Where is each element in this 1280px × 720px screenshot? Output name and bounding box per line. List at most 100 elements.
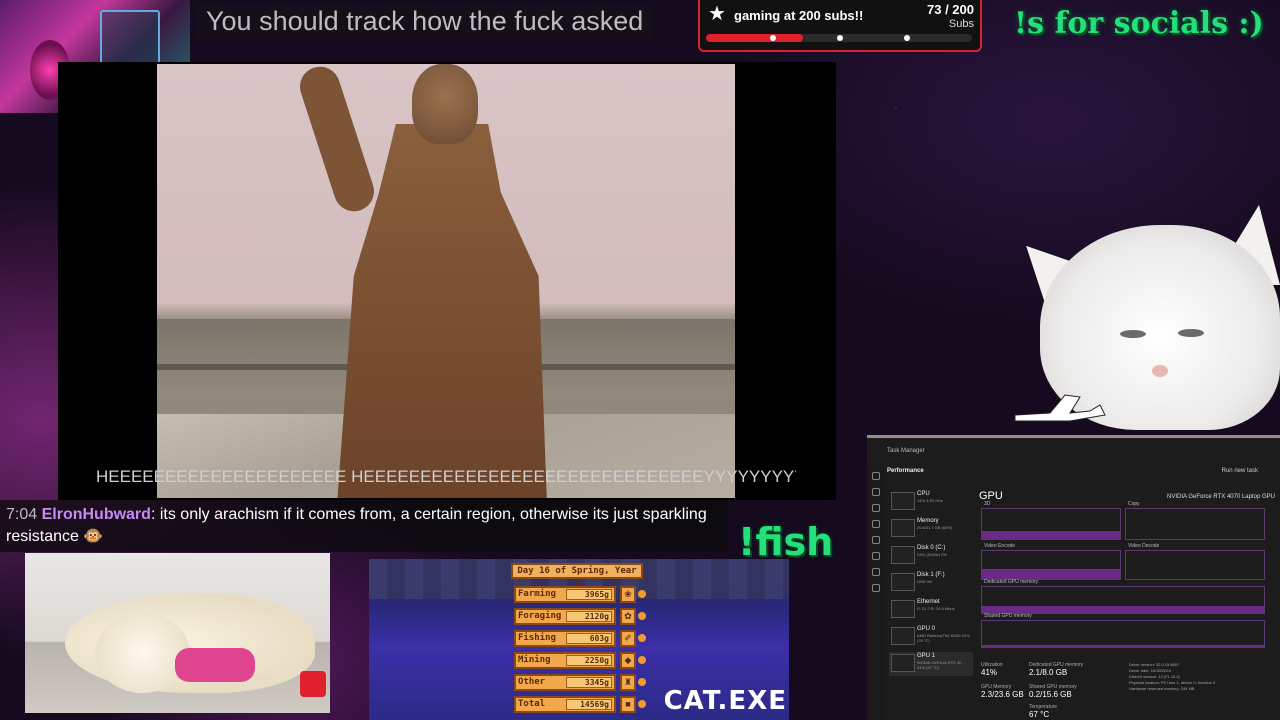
- stardew-row-label: Total 14569g: [514, 696, 616, 713]
- stardew-row-label: Other 3345g: [514, 674, 616, 691]
- resource-name: Disk 1 (F:): [917, 572, 945, 578]
- resource-sub: USB 0%: [917, 579, 933, 584]
- graph-shared-memory: Shared GPU memory: [981, 613, 1265, 648]
- stardew-skill-icon: ❀: [620, 586, 636, 603]
- plus-icon: [638, 590, 646, 598]
- graph-video-encode: Video Encode: [981, 543, 1121, 580]
- stardew-skill-icon: ♜: [620, 674, 636, 691]
- details-icon[interactable]: [872, 568, 880, 576]
- graph-label: Copy: [1128, 501, 1140, 507]
- graph-dedicated-memory: Dedicated GPU memory: [981, 579, 1265, 614]
- resource-name: CPU: [917, 491, 930, 497]
- driver-info: Driver version: 32.0.15.6607 Driver date:…: [1129, 662, 1215, 692]
- graph-fill: [982, 569, 1120, 579]
- stardew-row-value: 3965g: [566, 589, 612, 600]
- star-icon: ★: [708, 3, 726, 25]
- plus-icon: [638, 700, 646, 708]
- section-title: Performance: [887, 468, 924, 474]
- sub-goal-count: 73 / 200: [927, 2, 974, 17]
- stardew-row: Fishing 603g ✐: [514, 630, 646, 647]
- chat-timestamp: 7:04: [6, 506, 38, 523]
- graph-copy: Copy: [1125, 501, 1265, 540]
- stardew-row-label: Fishing 603g: [514, 630, 616, 647]
- stardew-row: Total 14569g ■: [514, 696, 646, 713]
- stat-utilization: Utilization 41%: [981, 662, 1003, 677]
- resource-thumbnail: [891, 546, 915, 564]
- resource-item[interactable]: Disk 1 (F:) USB 0%: [889, 571, 973, 595]
- resource-thumbnail: [891, 600, 915, 618]
- history-icon[interactable]: [872, 520, 880, 528]
- chat-colon: :: [150, 506, 156, 523]
- resource-name: Disk 0 (C:): [917, 545, 946, 551]
- resource-sub: SSD (NVMe) 0%: [917, 552, 948, 557]
- driver-info-line: Hardware reserved memory: 244 MB: [1129, 686, 1195, 691]
- services-icon[interactable]: [872, 584, 880, 592]
- stardew-date: Day 16 of Spring, Year 6: [511, 563, 643, 588]
- puppy-head: [95, 613, 190, 693]
- stardew-panel: Day 16 of Spring, Year 6 Farming 3965g ❀ Fo…: [369, 559, 789, 720]
- resource-item[interactable]: GPU 0 AMD Radeon(TM) 610M 20% (78 °C): [889, 625, 973, 649]
- stat-temperature: Temperature 67 °C: [1029, 704, 1057, 719]
- graph-label: Dedicated GPU memory: [984, 579, 1039, 585]
- graph-3d: 3D: [981, 501, 1121, 540]
- socials-command: !s for socials :): [1014, 6, 1264, 41]
- sub-goal-progress-track: [706, 34, 972, 42]
- statue-head: [412, 64, 478, 144]
- task-manager-title: Task Manager: [887, 448, 925, 454]
- resource-item[interactable]: GPU 1 NVIDIA GeForce RTX 40... 41% (67 °C…: [889, 652, 973, 676]
- task-manager-sidebar: [867, 464, 885, 720]
- resource-thumbnail: [891, 573, 915, 591]
- row-label-text: Farming: [518, 589, 556, 599]
- stardew-row: Foraging 2120g ✿: [514, 608, 646, 625]
- puppy-video: [25, 553, 330, 713]
- menu-icon[interactable]: [872, 472, 880, 480]
- stardew-row-value: 3345g: [566, 677, 612, 688]
- processes-icon[interactable]: [872, 488, 880, 496]
- chat-username[interactable]: ElronHubward: [42, 506, 151, 523]
- users-icon[interactable]: [872, 552, 880, 560]
- stardew-row-label: Foraging 2120g: [514, 608, 616, 625]
- subscribe-icon: [300, 671, 326, 697]
- resource-item[interactable]: Memory 20.8/31.7 GB (65%): [889, 517, 973, 541]
- sub-goal-widget: ★ gaming at 200 subs!! 73 / 200 Subs: [698, 0, 982, 52]
- stardew-row-label: Mining 2250g: [514, 652, 616, 669]
- graph-label: 3D: [984, 501, 991, 507]
- row-label-text: Total: [518, 699, 546, 709]
- row-label-text: Foraging: [518, 611, 562, 621]
- resource-item[interactable]: CPU 14% 3.53 GHz: [889, 490, 973, 514]
- stat-value: 0.2/15.6 GB: [1029, 690, 1072, 699]
- cat-paws-keyboard: [1014, 394, 1106, 422]
- resource-list: CPU 14% 3.53 GHz Memory 20.8/31.7 GB (65%) D…: [889, 490, 973, 679]
- graph-fill: [982, 606, 1264, 613]
- progress-marker: [770, 35, 776, 41]
- stardew-row-value: 2120g: [566, 611, 612, 622]
- graph-label: Video Encode: [984, 543, 1016, 549]
- stat-value: 67 °C: [1029, 710, 1050, 719]
- cat-eye: [1120, 330, 1146, 338]
- plus-icon: [638, 678, 646, 686]
- resource-name: GPU 0: [917, 626, 936, 632]
- pink-toy: [175, 648, 255, 682]
- plus-icon: [638, 656, 646, 664]
- video-caption: HEEEEEEEEEEEEEEEEEEEEE HEEEEEEEEEEEEEEEE…: [96, 467, 796, 486]
- startup-icon[interactable]: [872, 536, 880, 544]
- resource-item[interactable]: Disk 0 (C:) SSD (NVMe) 0%: [889, 544, 973, 568]
- graph-label: Video Decode: [1128, 543, 1160, 549]
- resource-sub: 14% 3.53 GHz: [917, 498, 944, 503]
- stat-value: 41%: [981, 668, 998, 677]
- gpu-detail-panel: GPU NVIDIA GeForce RTX 4070 Laptop GPU 3…: [979, 490, 1275, 720]
- monkey-emote-icon: 🐵: [83, 528, 104, 545]
- run-new-task-button[interactable]: Run new task: [1222, 468, 1258, 474]
- stardew-row-value: 603g: [566, 633, 612, 644]
- stardew-row-value: 14569g: [566, 699, 612, 710]
- row-label-text: Fishing: [518, 633, 556, 643]
- stardew-row-value: 2250g: [566, 655, 612, 666]
- statue-arm: [294, 64, 380, 217]
- video-player[interactable]: [157, 64, 735, 498]
- resource-item[interactable]: Ethernet S: 21.2 R: 10.5 Mbps: [889, 598, 973, 622]
- chat-message: 7:04 ElronHubward: its only arachism if …: [0, 500, 728, 552]
- resource-thumbnail: [891, 627, 915, 645]
- performance-icon[interactable]: [872, 504, 880, 512]
- sub-goal-progress-fill: [706, 34, 804, 42]
- graph-fill: [982, 645, 1264, 647]
